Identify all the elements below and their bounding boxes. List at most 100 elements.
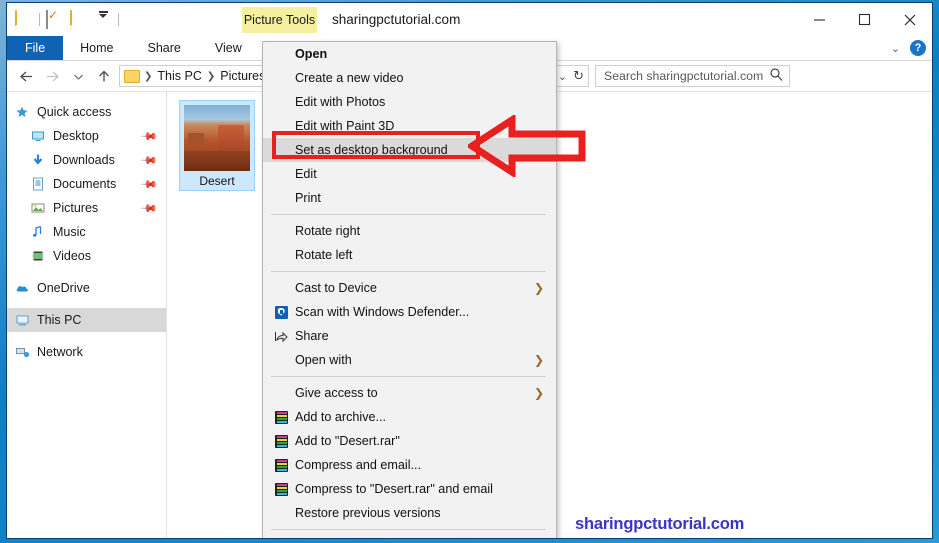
menu-item-compress-to-desert-rar-and-email[interactable]: Compress to "Desert.rar" and email bbox=[263, 477, 556, 501]
pin-icon[interactable]: 📌 bbox=[140, 127, 159, 145]
address-dropdown-icon[interactable]: ⌄ bbox=[558, 70, 567, 83]
sidebar-item-music[interactable]: Music bbox=[7, 220, 166, 244]
rar-icon bbox=[271, 458, 291, 472]
menu-separator bbox=[271, 271, 546, 272]
menu-separator bbox=[271, 529, 546, 530]
menu-item-edit-with-photos[interactable]: Edit with Photos bbox=[263, 90, 556, 114]
forward-button[interactable] bbox=[39, 63, 65, 89]
chevron-right-icon: ❯ bbox=[533, 386, 544, 400]
menu-item-open[interactable]: Open bbox=[263, 42, 556, 66]
sidebar-item-onedrive[interactable]: OneDrive bbox=[7, 276, 166, 300]
pin-icon[interactable]: 📌 bbox=[140, 151, 159, 169]
rar-icon bbox=[271, 434, 291, 448]
cloud-icon bbox=[13, 281, 31, 295]
menu-item-cast-to-device[interactable]: Cast to Device ❯ bbox=[263, 276, 556, 300]
customize-quick-access-dropdown-icon[interactable] bbox=[94, 10, 112, 29]
sidebar-item-this-pc[interactable]: This PC bbox=[7, 308, 166, 332]
menu-item-rotate-right[interactable]: Rotate right bbox=[263, 219, 556, 243]
navigation-pane: Quick access Desktop 📌 Downloads 📌 Docum… bbox=[7, 92, 167, 538]
pin-icon[interactable]: 📌 bbox=[140, 199, 159, 217]
sidebar-item-documents[interactable]: Documents 📌 bbox=[7, 172, 166, 196]
annotation-arrow-left-icon bbox=[465, 113, 588, 182]
sidebar-item-downloads[interactable]: Downloads 📌 bbox=[7, 148, 166, 172]
sidebar-label: Documents bbox=[53, 177, 117, 191]
share-icon bbox=[271, 330, 291, 343]
breadcrumb-pictures[interactable]: Pictures bbox=[217, 69, 268, 83]
menu-item-rotate-left[interactable]: Rotate left bbox=[263, 243, 556, 267]
chevron-right-icon: ❯ bbox=[533, 353, 544, 367]
menu-separator bbox=[271, 376, 546, 377]
rar-icon bbox=[271, 482, 291, 496]
maximize-button[interactable] bbox=[842, 3, 887, 36]
sidebar-label: Videos bbox=[53, 249, 91, 263]
menu-item-add-to-desert-rar[interactable]: Add to "Desert.rar" bbox=[263, 429, 556, 453]
menu-item-send-to[interactable]: Send to ❯ bbox=[263, 534, 556, 538]
properties-icon[interactable] bbox=[46, 9, 64, 29]
breadcrumb-separator: ❯ bbox=[144, 70, 153, 82]
music-icon bbox=[29, 225, 47, 239]
menu-separator bbox=[271, 214, 546, 215]
folder-icon[interactable] bbox=[15, 9, 33, 29]
sidebar-item-pictures[interactable]: Pictures 📌 bbox=[7, 196, 166, 220]
annotation-highlight-box bbox=[272, 131, 480, 159]
sidebar-label: Quick access bbox=[37, 105, 112, 119]
file-explorer-window: Picture Tools sharingpctutorial.com File… bbox=[6, 2, 933, 539]
back-button[interactable] bbox=[13, 63, 39, 89]
chevron-down-icon[interactable]: ⌄ bbox=[891, 42, 900, 55]
file-item-desert[interactable]: Desert bbox=[179, 100, 255, 191]
title-bar: Picture Tools sharingpctutorial.com bbox=[7, 3, 932, 36]
sidebar-item-desktop[interactable]: Desktop 📌 bbox=[7, 124, 166, 148]
minimize-button[interactable] bbox=[797, 3, 842, 36]
sidebar-label: OneDrive bbox=[37, 281, 90, 295]
menu-item-open-with[interactable]: Open with ❯ bbox=[263, 348, 556, 372]
desktop-icon bbox=[29, 129, 47, 143]
address-path-controls: ⌄ ↻ bbox=[558, 68, 584, 84]
star-icon bbox=[13, 105, 31, 119]
tab-file[interactable]: File bbox=[7, 36, 64, 60]
image-thumbnail bbox=[184, 105, 250, 171]
menu-item-scan-with-windows-defender[interactable]: Scan with Windows Defender... bbox=[263, 300, 556, 324]
menu-item-restore-previous-versions[interactable]: Restore previous versions bbox=[263, 501, 556, 525]
search-input[interactable] bbox=[602, 68, 769, 84]
videos-icon bbox=[29, 249, 47, 263]
tab-home[interactable]: Home bbox=[63, 36, 130, 60]
menu-item-share[interactable]: Share bbox=[263, 324, 556, 348]
documents-icon bbox=[29, 177, 47, 191]
help-icon[interactable]: ? bbox=[910, 40, 926, 56]
search-icon[interactable] bbox=[769, 67, 783, 86]
rar-icon bbox=[271, 410, 291, 424]
contextual-tab-picture-tools[interactable]: Picture Tools bbox=[242, 7, 317, 33]
refresh-icon[interactable]: ↻ bbox=[573, 68, 584, 84]
up-button[interactable] bbox=[91, 63, 117, 89]
close-button[interactable] bbox=[887, 3, 932, 36]
menu-item-create-a-new-video[interactable]: Create a new video bbox=[263, 66, 556, 90]
sidebar-item-network[interactable]: Network bbox=[7, 340, 166, 364]
caption-buttons bbox=[797, 3, 932, 36]
recent-locations-icon[interactable] bbox=[65, 63, 91, 89]
pin-icon[interactable]: 📌 bbox=[140, 175, 159, 193]
sidebar-label: This PC bbox=[37, 313, 82, 327]
sidebar-label: Network bbox=[37, 345, 83, 359]
pictures-icon bbox=[29, 201, 47, 215]
menu-item-compress-and-email[interactable]: Compress and email... bbox=[263, 453, 556, 477]
sidebar-item-quick-access[interactable]: Quick access bbox=[7, 100, 166, 124]
menu-item-add-to-archive[interactable]: Add to archive... bbox=[263, 405, 556, 429]
tab-view[interactable]: View bbox=[198, 36, 259, 60]
quick-access-toolbar bbox=[15, 3, 119, 36]
computer-icon bbox=[13, 313, 31, 327]
sidebar-label: Desktop bbox=[53, 129, 99, 143]
toolbar-divider-2 bbox=[118, 13, 119, 26]
watermark-text: sharingpctutorial.com bbox=[575, 515, 745, 533]
nav-spacer-2 bbox=[7, 300, 166, 308]
file-name-label: Desert bbox=[199, 174, 235, 188]
sidebar-label: Downloads bbox=[53, 153, 115, 167]
search-box[interactable] bbox=[595, 65, 790, 87]
download-icon bbox=[29, 153, 47, 167]
sidebar-item-videos[interactable]: Videos bbox=[7, 244, 166, 268]
menu-item-give-access-to[interactable]: Give access to ❯ bbox=[263, 381, 556, 405]
tab-share[interactable]: Share bbox=[131, 36, 198, 60]
breadcrumb-this-pc[interactable]: This PC bbox=[154, 69, 204, 83]
new-folder-icon[interactable] bbox=[70, 9, 88, 29]
contextual-tab-label: Picture Tools bbox=[243, 13, 316, 27]
menu-item-print[interactable]: Print bbox=[263, 186, 556, 210]
